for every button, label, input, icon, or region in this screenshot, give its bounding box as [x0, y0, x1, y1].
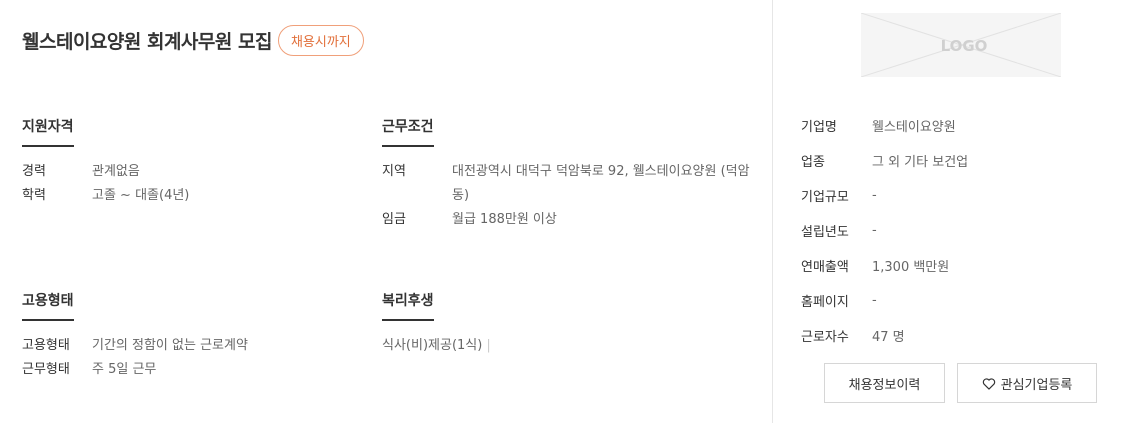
condition-row-region: 지역 대전광역시 대덕구 덕암북로 92, 웰스테이요양원 (덕암동): [382, 160, 752, 208]
founded-value: -: [872, 223, 877, 238]
deadline-badge: 채용시까지: [277, 25, 364, 56]
welfare-section: 복리후생 식사(비)제공(1식) |: [382, 290, 491, 358]
logo-text: LOGO: [941, 37, 988, 55]
wage-label: 임금: [382, 212, 406, 227]
welfare-title: 복리후생: [382, 290, 434, 321]
company-size-value: -: [872, 188, 877, 203]
heart-outline-icon: [982, 377, 996, 390]
employment-section: 고용형태 고용형태 기간의 정함이 없는 근로계약 근무형태 주 5일 근무: [22, 290, 248, 382]
job-title: 웰스테이요양원 회계사무원 모집: [22, 31, 272, 53]
company-row-industry: 업종 그 외 기타 보건업: [801, 143, 968, 178]
employment-row-schedule: 근무형태 주 5일 근무: [22, 358, 248, 382]
wage-value: 월급 188만원 이상: [452, 212, 557, 227]
region-value: 대전광역시 대덕구 덕암북로 92, 웰스테이요양원 (덕암동): [452, 164, 750, 203]
company-row-founded: 설립년도 -: [801, 213, 968, 248]
employment-title: 고용형태: [22, 290, 74, 321]
industry-value: 그 외 기타 보건업: [872, 155, 969, 170]
company-size-label: 기업규모: [801, 190, 849, 205]
logo-placeholder-graphic: LOGO: [861, 13, 1061, 77]
company-info: 기업명 웰스테이요양원 업종 그 외 기타 보건업 기업규모 - 설립년도 - …: [801, 108, 968, 353]
company-row-homepage: 홈페이지 -: [801, 283, 968, 318]
revenue-label: 연매출액: [801, 260, 849, 275]
title-row: 웰스테이요양원 회계사무원 모집 채용시까지: [22, 25, 364, 56]
education-value: 고졸 ~ 대졸(4년): [92, 188, 190, 203]
welfare-separator: |: [486, 338, 491, 353]
company-name-label: 기업명: [801, 120, 837, 135]
work-schedule-value: 주 5일 근무: [92, 362, 157, 377]
company-row-revenue: 연매출액 1,300 백만원: [801, 248, 968, 283]
qualification-row-education: 학력 고졸 ~ 대졸(4년): [22, 184, 189, 208]
education-label: 학력: [22, 188, 46, 203]
company-row-name: 기업명 웰스테이요양원: [801, 108, 968, 143]
company-name-value: 웰스테이요양원: [872, 120, 956, 135]
industry-label: 업종: [801, 155, 825, 170]
company-row-size: 기업규모 -: [801, 178, 968, 213]
employees-value: 47 명: [872, 330, 905, 345]
job-history-label: 채용정보이력: [848, 377, 921, 393]
add-interest-label: 관심기업등록: [1000, 377, 1073, 393]
employees-label: 근로자수: [801, 330, 849, 345]
homepage-label: 홈페이지: [801, 295, 849, 310]
region-label: 지역: [382, 164, 406, 179]
qualifications-section: 지원자격 경력 관계없음 학력 고졸 ~ 대졸(4년): [22, 116, 189, 208]
employment-type-value: 기간의 정함이 없는 근로계약: [92, 338, 248, 353]
company-sidebar: LOGO 기업명 웰스테이요양원 업종 그 외 기타 보건업 기업규모 - 설립…: [773, 0, 1141, 423]
homepage-value: -: [872, 293, 877, 308]
work-schedule-label: 근무형태: [22, 362, 70, 377]
qualification-row-career: 경력 관계없음: [22, 160, 189, 184]
founded-label: 설립년도: [801, 225, 849, 240]
condition-row-wage: 임금 월급 188만원 이상: [382, 208, 752, 232]
welfare-item-text: 식사(비)제공(1식): [382, 338, 483, 353]
employment-row-type: 고용형태 기간의 정함이 없는 근로계약: [22, 334, 248, 358]
company-row-employees: 근로자수 47 명: [801, 318, 968, 353]
job-history-button[interactable]: 채용정보이력: [824, 363, 945, 403]
company-logo: LOGO: [861, 13, 1061, 77]
add-interest-company-button[interactable]: 관심기업등록: [957, 363, 1097, 403]
employment-type-label: 고용형태: [22, 338, 70, 353]
welfare-item: 식사(비)제공(1식) |: [382, 334, 491, 358]
career-value: 관계없음: [92, 164, 140, 179]
conditions-section: 근무조건 지역 대전광역시 대덕구 덕암북로 92, 웰스테이요양원 (덕암동)…: [382, 116, 752, 232]
qualifications-title: 지원자격: [22, 116, 74, 147]
revenue-value: 1,300 백만원: [872, 260, 950, 275]
career-label: 경력: [22, 164, 46, 179]
job-posting-main: 웰스테이요양원 회계사무원 모집 채용시까지 지원자격 경력 관계없음 학력 고…: [0, 0, 772, 423]
conditions-title: 근무조건: [382, 116, 434, 147]
